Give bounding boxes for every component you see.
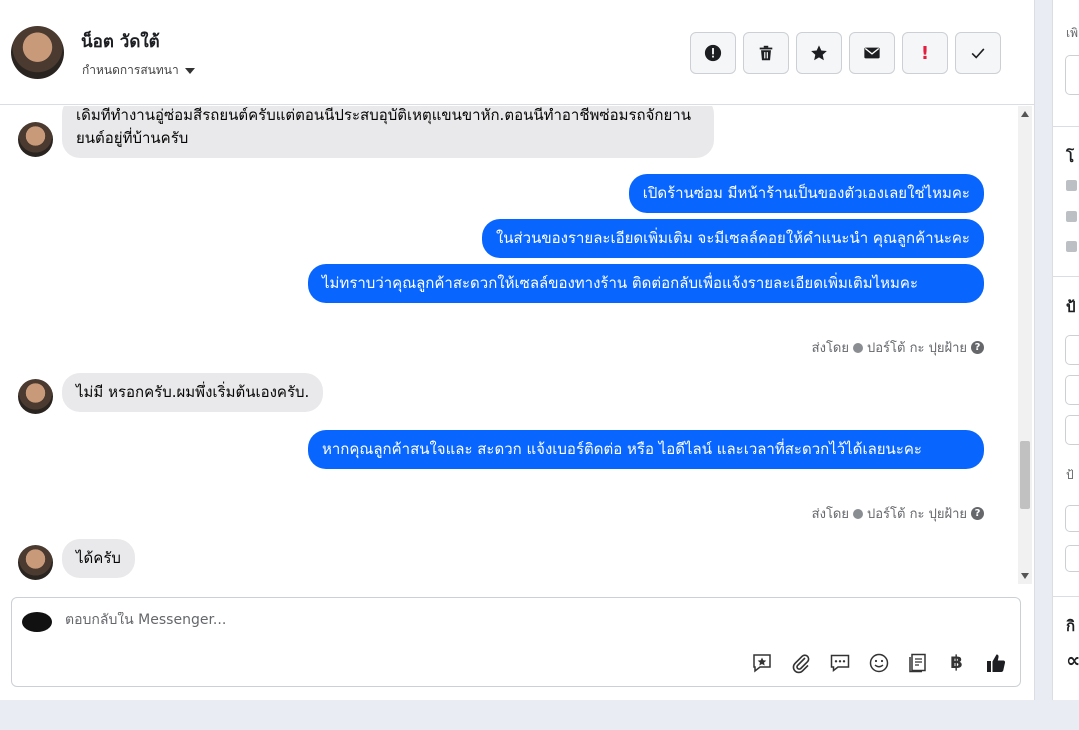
panel-divider (1053, 276, 1079, 277)
contact-avatar-small (18, 379, 53, 414)
sent-by-info: ส่งโดย ปอร์โต้ กะ ปุยฝ้าย ? (812, 503, 984, 524)
trash-icon (759, 45, 773, 61)
message-thread[interactable]: เดิมทีทำงานอู่ซ่อมสีรถยนต์ครับแต่ตอนนีปร… (0, 106, 1034, 584)
location-icon (1066, 241, 1077, 252)
panel-field[interactable] (1065, 335, 1079, 365)
outgoing-message: หากคุณลูกค้าสนใจและ สะดวก แจ้งเบอร์ติดต่… (308, 430, 984, 469)
verified-icon (853, 342, 863, 353)
attachment-icon (792, 653, 809, 673)
conversation-header: น็อต วัดใต้ กำหนดการสนทนา ! (0, 0, 1034, 105)
like-icon (986, 654, 1005, 672)
mark-spam-button[interactable] (690, 32, 736, 74)
payment-button[interactable]: ฿ (944, 650, 969, 675)
delete-button[interactable] (743, 32, 789, 74)
incoming-message: เดิมทีทำงานอู่ซ่อมสีรถยนต์ครับแต่ตอนนีปร… (62, 106, 714, 158)
panel-heading: ป้ (1066, 298, 1076, 316)
help-icon[interactable]: ? (971, 507, 984, 520)
scroll-down-arrow-icon[interactable] (1021, 573, 1029, 579)
outgoing-message: ไม่ทราบว่าคุณลูกค้าสะดวกให้เซลล์ของทางร้… (308, 264, 984, 303)
action-toolbar: ! (690, 32, 1001, 74)
outgoing-message: ในส่วนของรายละเอียดเพิ่มเติม จะมีเซลล์คอ… (481, 219, 984, 258)
saved-reply-icon (830, 654, 849, 672)
sent-by-label: ส่งโดย (811, 341, 849, 356)
alert-circle-icon (704, 44, 722, 62)
contact-name[interactable]: น็อต วัดใต้ (81, 28, 160, 55)
scroll-up-arrow-icon[interactable] (1021, 111, 1029, 117)
sticker-button[interactable] (749, 650, 774, 675)
panel-heading: กิ (1066, 617, 1076, 635)
panel-field[interactable] (1065, 375, 1079, 405)
check-icon (971, 48, 985, 59)
assign-label: กำหนดการสนทนา (82, 63, 179, 77)
follow-up-button[interactable]: ! (902, 32, 948, 74)
envelope-icon (864, 47, 880, 59)
verified-icon (853, 508, 863, 519)
panel-text-fragment: เพิ (1066, 26, 1079, 40)
panel-field[interactable] (1065, 505, 1079, 532)
panel-text-fragment: ป้ (1066, 468, 1074, 482)
assign-conversation-dropdown[interactable]: กำหนดการสนทนา (82, 61, 195, 80)
exclamation-icon: ! (920, 42, 930, 64)
message-scrollbar[interactable] (1018, 106, 1032, 584)
contact-info-panel: เพิ โ ป้ ป้ กิ ∝ (1052, 0, 1079, 700)
page-logo-icon (22, 612, 52, 632)
sticker-star-icon (752, 653, 771, 673)
composer-toolbar: ฿ (749, 650, 1008, 675)
emoji-icon (869, 653, 888, 672)
panel-divider (1053, 596, 1079, 597)
panel-field[interactable] (1065, 55, 1079, 95)
star-button[interactable] (796, 32, 842, 74)
attach-button[interactable] (788, 650, 813, 675)
agent-name: ปอร์โต้ กะ ปุยฝ้าย (867, 507, 967, 522)
contact-avatar-small (18, 545, 53, 580)
saved-replies-button[interactable] (827, 650, 852, 675)
help-icon[interactable]: ? (971, 341, 984, 354)
sent-by-label: ส่งโดย (811, 507, 849, 522)
incoming-message: ไม่มี หรอกครับ.ผมพึ่งเริ่มต้นเองครับ. (62, 373, 324, 412)
emoji-button[interactable] (866, 650, 891, 675)
panel-field[interactable] (1065, 545, 1079, 572)
catalog-button[interactable] (905, 650, 930, 675)
panel-divider (1053, 126, 1079, 127)
reply-input[interactable] (65, 612, 765, 628)
caret-down-icon (184, 67, 195, 74)
contact-avatar[interactable] (11, 26, 64, 79)
outgoing-message: เปิดร้านซ่อม มีหน้าร้านเป็นของตัวเองเลยใ… (628, 174, 984, 213)
shop-icon (1066, 180, 1077, 191)
baht-icon: ฿ (950, 652, 963, 673)
panel-heading: โ (1066, 148, 1075, 166)
scroll-thumb[interactable] (1020, 441, 1030, 509)
catalog-icon (908, 653, 926, 672)
education-icon (1066, 211, 1077, 222)
mark-done-button[interactable] (955, 32, 1001, 74)
sent-by-info: ส่งโดย ปอร์โต้ กะ ปุยฝ้าย ? (812, 337, 984, 358)
star-icon (811, 45, 827, 61)
like-button[interactable] (983, 650, 1008, 675)
panel-field[interactable] (1065, 415, 1079, 445)
contact-avatar-small (18, 122, 53, 157)
reply-composer: ฿ (11, 597, 1021, 687)
meta-infinity-icon: ∝ (1066, 648, 1079, 672)
chat-panel: น็อต วัดใต้ กำหนดการสนทนา ! เดิมทีทำงานอ… (0, 0, 1035, 700)
incoming-message: ได้ครับ (62, 539, 135, 578)
mark-unread-button[interactable] (849, 32, 895, 74)
agent-name: ปอร์โต้ กะ ปุยฝ้าย (867, 341, 967, 356)
